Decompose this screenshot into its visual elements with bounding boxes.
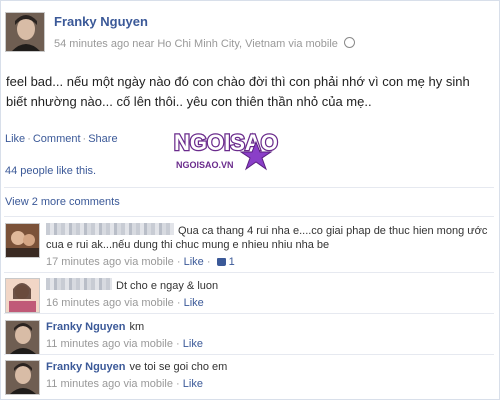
comment-item: Franky Nguyen ve toi se goi cho em 11 min…: [4, 360, 494, 395]
profile-photo-icon: [6, 13, 44, 51]
comment-text: ve toi se goi cho em: [129, 361, 228, 373]
divider: [4, 354, 494, 355]
comment-meta: 17 minutes ago via mobile · Like · 1: [46, 256, 235, 268]
post-meta: 54 minutes ago near Ho Chi Minh City, Vi…: [54, 37, 355, 50]
divider: [4, 187, 494, 188]
comment-like-count[interactable]: 1: [229, 256, 235, 268]
post-actions: Like · Comment · Share: [5, 133, 118, 145]
comment-item: Franky Nguyen km 11 minutes ago via mobil…: [4, 320, 494, 355]
comment-body: Franky Nguyen km 11 minutes ago via mobil…: [46, 320, 492, 351]
commenter-name[interactable]: Franky Nguyen: [46, 361, 125, 373]
commenter-avatar[interactable]: [5, 223, 40, 258]
comment-like-link[interactable]: Like: [184, 256, 204, 268]
comment-body: Franky Nguyen ve toi se goi cho em 11 min…: [46, 360, 492, 391]
comment-text: km: [129, 321, 145, 333]
profile-photo-icon: [6, 321, 39, 354]
divider: [4, 313, 494, 314]
comment-time: 16 minutes ago via mobile: [46, 297, 174, 309]
comment-time: 11 minutes ago via mobile: [46, 338, 173, 350]
likes-summary: 44 people like this.: [5, 165, 493, 181]
view-more-link[interactable]: View 2 more comments: [5, 196, 120, 208]
comment-time: 17 minutes ago via mobile: [46, 256, 174, 268]
comment-like-link[interactable]: Like: [183, 378, 203, 390]
comment-like-link[interactable]: Like: [183, 338, 203, 350]
commenter-name[interactable]: Franky Nguyen: [46, 321, 125, 333]
profile-photo-icon: [6, 224, 39, 257]
profile-photo-icon: [6, 279, 39, 312]
redacted-name: [46, 278, 112, 290]
like-link[interactable]: Like: [5, 133, 25, 145]
comment-link[interactable]: Comment: [33, 133, 81, 145]
redacted-name: [46, 223, 174, 235]
comment-text: Dt cho e ngay & luon: [116, 280, 219, 292]
share-link[interactable]: Share: [88, 133, 117, 145]
commenter-avatar[interactable]: [5, 360, 40, 395]
thumbs-up-icon[interactable]: [216, 258, 226, 266]
author-avatar[interactable]: [5, 12, 45, 52]
comment-like-link[interactable]: Like: [184, 297, 204, 309]
commenter-avatar[interactable]: [5, 278, 40, 313]
comment-time: 11 minutes ago via mobile: [46, 378, 173, 390]
svg-text:NGOISAO: NGOISAO: [174, 130, 278, 155]
commenter-avatar[interactable]: [5, 320, 40, 355]
comment-body: Dt cho e ngay & luon 16 minutes ago via …: [46, 278, 492, 310]
separator-dot: ·: [27, 133, 31, 145]
comment-meta: 16 minutes ago via mobile · Like: [46, 297, 204, 309]
status-text: feel bad... nếu một ngày nào đó con chào…: [6, 74, 470, 109]
divider: [4, 272, 494, 273]
comment-body: Qua ca thang 4 rui nha e....co giai phap…: [46, 223, 492, 269]
divider: [4, 216, 494, 217]
globe-icon[interactable]: [343, 37, 355, 48]
comment-item: Qua ca thang 4 rui nha e....co giai phap…: [4, 223, 494, 268]
profile-photo-icon: [6, 361, 39, 394]
view-more-comments: View 2 more comments: [5, 196, 493, 210]
comment-meta: 11 minutes ago via mobile · Like: [46, 378, 203, 390]
post-author-name[interactable]: Franky Nguyen: [54, 14, 148, 29]
comment-meta: 11 minutes ago via mobile · Like: [46, 338, 203, 350]
post-timestamp[interactable]: 54 minutes ago near Ho Chi Minh City, Vi…: [54, 38, 338, 50]
comment-item: Dt cho e ngay & luon 16 minutes ago via …: [4, 278, 494, 314]
likes-count-link[interactable]: 44 people like this.: [5, 165, 96, 177]
